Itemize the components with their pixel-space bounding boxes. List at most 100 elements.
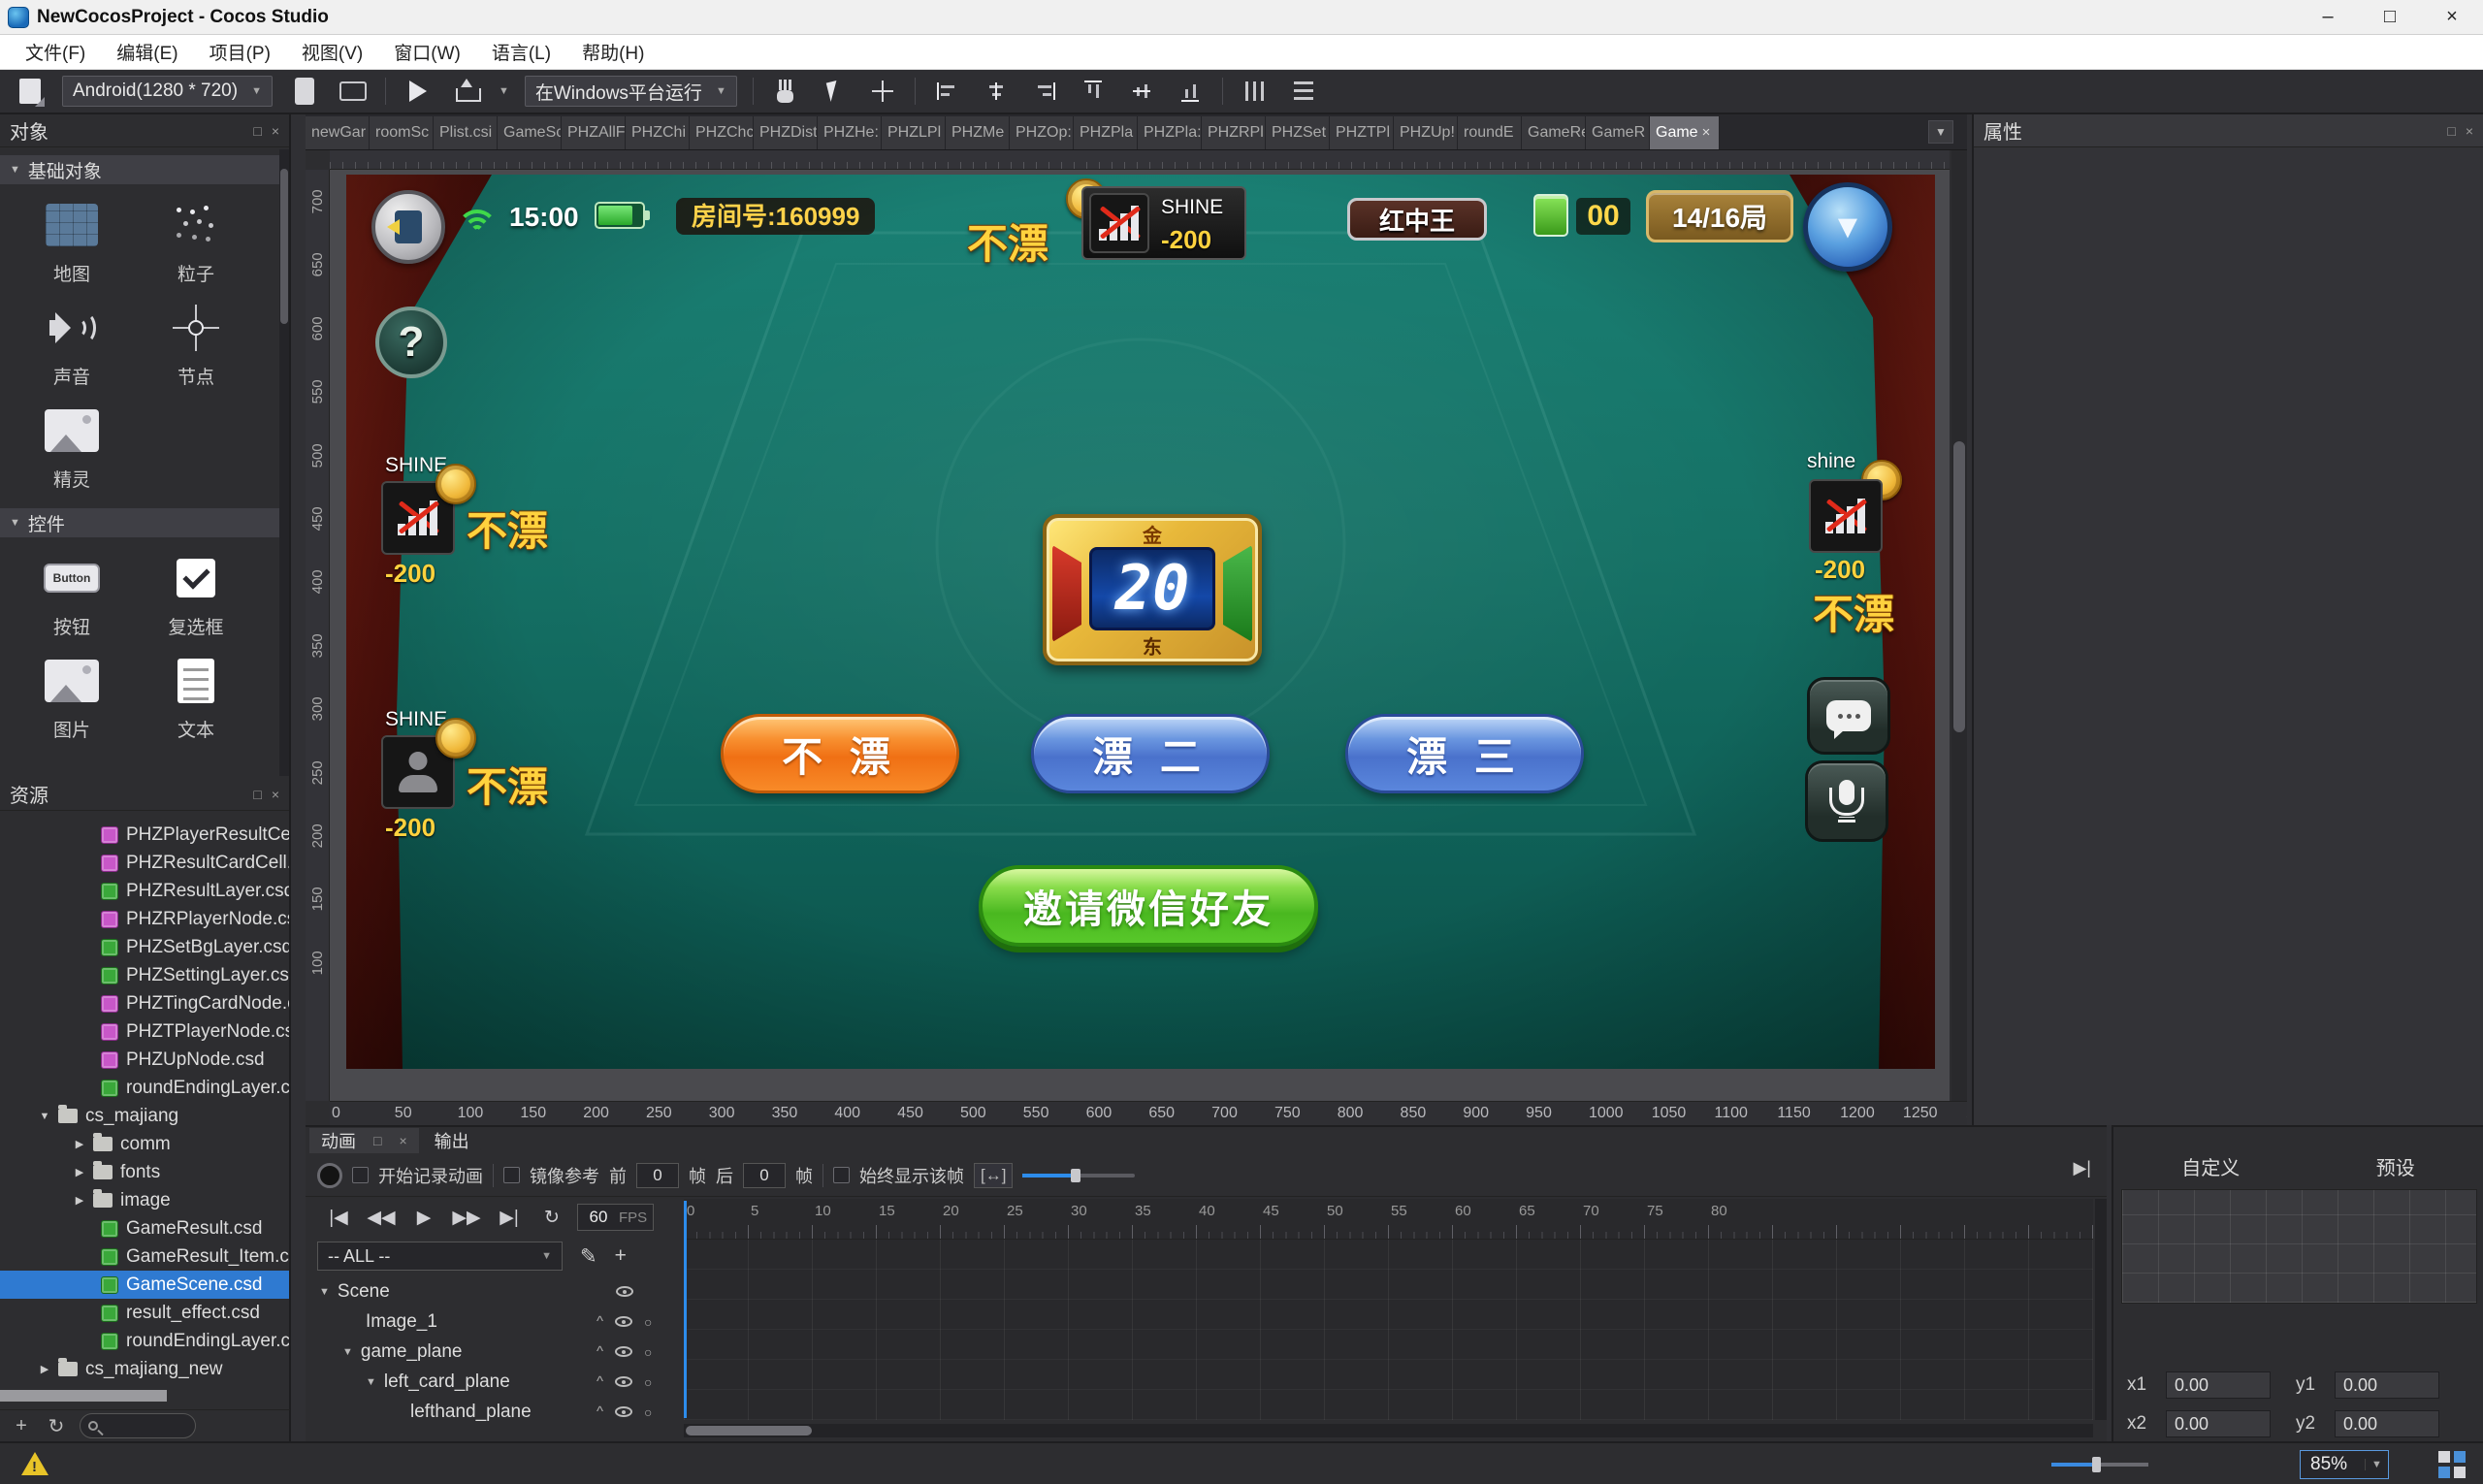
objects-scrollbar[interactable]: [279, 149, 289, 776]
publish-button[interactable]: [450, 75, 483, 108]
timeline-node-left-card-plane[interactable]: ▼ left_card_plane ^○: [306, 1367, 682, 1397]
align-bottom-button[interactable]: [1174, 75, 1207, 108]
palette-item-checkbox[interactable]: 复选框: [134, 545, 258, 648]
palette-item-node[interactable]: 节点: [134, 295, 258, 398]
resource-item[interactable]: PHZSetBgLayer.csd: [0, 933, 289, 961]
menu-item[interactable]: 编辑(E): [101, 35, 193, 69]
exit-button[interactable]: [371, 190, 445, 264]
visibility-eye-icon[interactable]: [615, 1316, 632, 1327]
curve-grid[interactable]: [2121, 1189, 2477, 1304]
tab-overflow-dropdown-icon[interactable]: ▼: [1928, 120, 1953, 144]
frame-range-button[interactable]: [↔]: [974, 1163, 1013, 1188]
align-left-button[interactable]: [931, 75, 964, 108]
document-tab[interactable]: newGar: [306, 116, 370, 149]
record-checkbox[interactable]: [352, 1167, 369, 1183]
document-tab[interactable]: PHZDist: [754, 116, 818, 149]
document-tab[interactable]: PHZPla: [1074, 116, 1138, 149]
skip-end-button[interactable]: ▶|: [492, 1207, 527, 1229]
y1-input[interactable]: [2335, 1371, 2439, 1399]
resources-hscrollbar[interactable]: [0, 1390, 167, 1402]
publish-dropdown-icon[interactable]: ▼: [499, 85, 509, 97]
timeline-hscrollbar[interactable]: [684, 1424, 2093, 1437]
keyframe-circle-icon[interactable]: ○: [644, 1344, 652, 1360]
fast-forward-button[interactable]: ▶▶: [449, 1207, 484, 1229]
voice-button[interactable]: [1805, 760, 1888, 842]
resource-folder[interactable]: ▶fonts: [0, 1158, 289, 1186]
resource-folder[interactable]: ▶comm: [0, 1130, 289, 1158]
document-tab[interactable]: PHZUp!: [1394, 116, 1458, 149]
document-tab[interactable]: PHZOp:: [1010, 116, 1074, 149]
right-player-avatar[interactable]: [1809, 479, 1883, 553]
slider-handle[interactable]: [1071, 1169, 1080, 1182]
expand-icon[interactable]: ▼: [342, 1346, 353, 1358]
basic-objects-section[interactable]: ▼ 基础对象: [0, 155, 289, 184]
expand-icon[interactable]: ▼: [366, 1376, 376, 1388]
menu-item[interactable]: 项目(P): [194, 35, 286, 69]
slider-handle[interactable]: [2092, 1457, 2101, 1472]
timeline-ruler[interactable]: 05101520253035404550556065707580: [684, 1199, 2093, 1240]
resolution-dropdown[interactable]: Android(1280 * 720) ▼: [62, 76, 273, 107]
close-tab-icon[interactable]: ×: [1702, 116, 1711, 149]
resource-item[interactable]: PHZResultCardCell.c: [0, 849, 289, 877]
resource-item[interactable]: PHZTingCardNode.c: [0, 989, 289, 1017]
document-tab[interactable]: PHZSet: [1266, 116, 1330, 149]
palette-item-image[interactable]: 图片: [10, 648, 134, 751]
expand-icon[interactable]: ▶: [39, 1363, 50, 1375]
skip-start-button[interactable]: |◀: [321, 1207, 356, 1229]
document-tab[interactable]: roundE: [1458, 116, 1522, 149]
resource-search-input[interactable]: [80, 1413, 196, 1438]
palette-item-button[interactable]: Button 按钮: [10, 545, 134, 648]
mirror-checkbox[interactable]: [503, 1167, 520, 1183]
keyframe-circle-icon[interactable]: ○: [644, 1314, 652, 1330]
document-tab[interactable]: PHZHe:: [818, 116, 882, 149]
resource-item[interactable]: GameResult.csd: [0, 1214, 289, 1242]
play-button[interactable]: ▶: [406, 1207, 441, 1229]
portrait-button[interactable]: [288, 75, 321, 108]
expand-icon[interactable]: ▼: [39, 1111, 50, 1122]
palette-item-particle[interactable]: 粒子: [134, 192, 258, 295]
float-panel-icon[interactable]: □: [253, 123, 261, 139]
expand-icon[interactable]: ▶: [74, 1166, 85, 1178]
lock-caret-icon[interactable]: ^: [597, 1313, 603, 1330]
float-three-button[interactable]: 漂 三: [1345, 714, 1584, 793]
new-document-button[interactable]: [14, 75, 47, 108]
game-scene[interactable]: 15:00 房间号:160999 不漂 SHINE -200 红中王 00 14…: [346, 175, 1935, 1069]
document-tab[interactable]: PHZChc: [690, 116, 754, 149]
zoom-slider[interactable]: [2051, 1463, 2148, 1467]
x2-input[interactable]: [2166, 1410, 2271, 1437]
top-player-box[interactable]: SHINE -200: [1081, 186, 1246, 260]
zoom-dropdown[interactable]: 85% ▼: [2300, 1450, 2389, 1479]
timeline-playhead[interactable]: [684, 1201, 687, 1418]
visibility-eye-icon[interactable]: [615, 1406, 632, 1417]
resource-item[interactable]: PHZPlayerResultCell.: [0, 821, 289, 849]
lock-caret-icon[interactable]: ^: [597, 1373, 603, 1390]
document-tab[interactable]: PHZLPl: [882, 116, 946, 149]
lock-caret-icon[interactable]: ^: [597, 1343, 603, 1360]
select-tool-button[interactable]: [818, 75, 851, 108]
center-dice-panel[interactable]: 金 20 东: [1043, 514, 1262, 665]
close-panel-icon[interactable]: ×: [272, 123, 279, 139]
timeline-node-scene[interactable]: ▼ Scene: [306, 1276, 682, 1307]
grid-toggle-icon[interactable]: [2438, 1451, 2466, 1478]
scrollbar-handle[interactable]: [686, 1426, 812, 1436]
document-tab[interactable]: GameRe: [1522, 116, 1586, 149]
add-icon[interactable]: +: [615, 1244, 627, 1268]
expand-icon[interactable]: ▶: [74, 1138, 85, 1150]
timeline-node-image1[interactable]: Image_1 ^○: [306, 1307, 682, 1337]
after-frames-input[interactable]: [743, 1163, 786, 1188]
align-hcenter-button[interactable]: [980, 75, 1013, 108]
move-tool-button[interactable]: [866, 75, 899, 108]
expand-icon[interactable]: ▶: [74, 1194, 85, 1207]
align-vcenter-button[interactable]: [1125, 75, 1158, 108]
float-panel-icon[interactable]: □: [2447, 123, 2455, 139]
menu-item[interactable]: 语言(L): [476, 35, 566, 69]
visibility-eye-icon[interactable]: [616, 1286, 633, 1297]
no-float-button[interactable]: 不 漂: [721, 714, 959, 793]
align-right-button[interactable]: [1028, 75, 1061, 108]
timeline-node-lefthand-plane[interactable]: lefthand_plane ^○: [306, 1397, 682, 1427]
document-tab[interactable]: PHZPla:: [1138, 116, 1202, 149]
resource-item[interactable]: PHZSettingLayer.csd: [0, 961, 289, 989]
palette-item-text[interactable]: 文本: [134, 648, 258, 751]
pan-tool-button[interactable]: [769, 75, 802, 108]
controls-section[interactable]: ▼ 控件: [0, 508, 289, 537]
